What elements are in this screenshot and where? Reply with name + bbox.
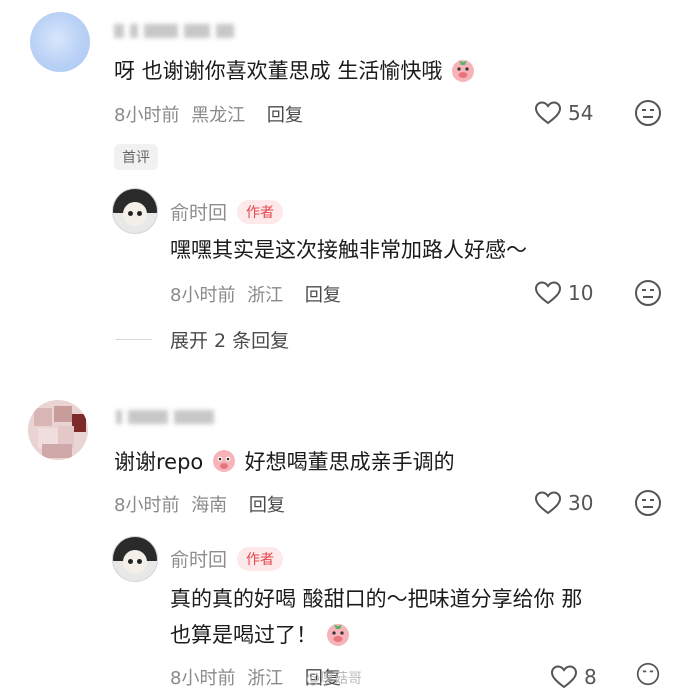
dislike-face-icon[interactable] [634, 662, 662, 686]
first-comment-badge: 首评 [114, 144, 158, 170]
location: 浙江 [247, 285, 284, 306]
pig-emoji-icon [452, 60, 475, 82]
like-count: 10 [568, 281, 594, 305]
expand-replies-button[interactable]: 展开 2 条回复 [170, 326, 289, 353]
like-button[interactable]: 8 [550, 664, 597, 690]
like-button[interactable]: 54 [534, 100, 593, 126]
heart-icon [534, 491, 562, 515]
reply-header: 俞时回 作者 [170, 545, 284, 572]
like-count: 30 [568, 491, 594, 515]
author-badge: 作者 [237, 546, 284, 571]
comment-meta: 8小时前 黑龙江 回复 [114, 101, 303, 127]
like-count: 8 [584, 665, 597, 689]
avatar[interactable] [28, 400, 88, 460]
heart-icon [534, 281, 562, 305]
timestamp: 8小时前 [170, 285, 236, 306]
watermark: @厚菇哥 [306, 671, 362, 687]
author-name[interactable]: 俞时回 [170, 198, 227, 225]
reply-header: 俞时回 作者 [170, 198, 284, 225]
timestamp: 8小时前 [114, 495, 180, 516]
author-name[interactable]: 俞时回 [170, 545, 227, 572]
username-blurred[interactable] [116, 410, 214, 424]
comment-meta: 8小时前 海南 回复 [114, 491, 285, 517]
comment-text: 谢谢repo 好想喝董思成亲手调的 [114, 445, 455, 479]
location: 黑龙江 [191, 105, 246, 126]
username-blurred[interactable] [114, 24, 234, 38]
heart-icon [534, 101, 562, 125]
like-count: 54 [568, 101, 594, 125]
heart-icon [550, 665, 578, 689]
dislike-face-icon[interactable] [634, 489, 662, 517]
reply-text-content: 也算是喝过了！ [170, 623, 317, 647]
comment-text-content: 谢谢repo [114, 450, 204, 474]
reply-button[interactable]: 回复 [305, 285, 341, 306]
timestamp: 8小时前 [114, 105, 180, 126]
comment-text-content: 呀 也谢谢你喜欢董思成 生活愉快哦 [114, 59, 443, 83]
location: 海南 [191, 495, 228, 516]
reply-text: 嘿嘿其实是这次接触非常加路人好感～ [170, 238, 527, 262]
like-button[interactable]: 30 [534, 490, 593, 516]
comment-text: 呀 也谢谢你喜欢董思成 生活愉快哦 [114, 54, 477, 88]
author-avatar[interactable] [112, 188, 158, 234]
comment-text-content: 好想喝董思成亲手调的 [244, 450, 455, 474]
dislike-face-icon[interactable] [634, 99, 662, 127]
avatar[interactable] [30, 12, 90, 72]
author-avatar[interactable] [112, 536, 158, 582]
dislike-face-icon[interactable] [634, 279, 662, 307]
reply-button[interactable]: 回复 [267, 105, 303, 126]
like-button[interactable]: 10 [534, 280, 593, 306]
pig-emoji-icon [326, 624, 349, 646]
reply-text-line2: 也算是喝过了！ [170, 618, 352, 652]
reply-button[interactable]: 回复 [249, 495, 285, 516]
author-badge: 作者 [237, 199, 284, 224]
reply-text-line1: 真的真的好喝 酸甜口的～把味道分享给你 那 [170, 587, 583, 611]
pig-emoji-icon [212, 450, 235, 472]
expand-divider [116, 339, 152, 340]
reply-meta: 8小时前 浙江 回复 [170, 281, 341, 307]
